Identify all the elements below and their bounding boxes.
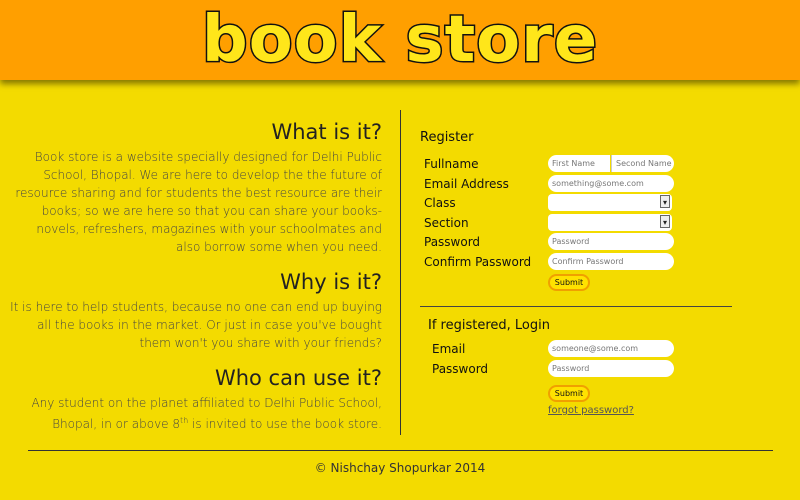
section-label: Section <box>424 215 469 230</box>
class-label: Class <box>424 196 456 210</box>
register-title: Register <box>420 130 474 145</box>
login-email-label: Email <box>432 342 466 356</box>
site-logo: book store <box>200 2 599 79</box>
login-submit-row: Submit <box>428 385 728 405</box>
first-name-input[interactable]: First Name <box>548 155 610 172</box>
what-heading: What is it? <box>271 120 382 144</box>
password-input[interactable]: Password <box>548 233 674 250</box>
about-section: What is it? Book store is a website spec… <box>10 120 382 447</box>
register-submit-row: Submit <box>420 274 720 294</box>
what-text: Book store is a website specially design… <box>15 150 382 254</box>
password-row: Password Password <box>420 233 720 253</box>
login-password-label: Password <box>432 361 489 376</box>
password-label: Password <box>424 235 481 249</box>
why-heading: Why is it? <box>280 270 382 294</box>
chevron-down-icon: ▾ <box>660 195 670 208</box>
register-form: Register Fullname First Name Second Name… <box>420 130 720 294</box>
email-input[interactable]: something@some.com <box>548 174 674 192</box>
email-label: Email Address <box>424 176 509 191</box>
login-submit-button[interactable]: Submit <box>548 385 590 402</box>
footer-divider <box>28 450 773 451</box>
who-text: Any student on the planet affiliated to … <box>10 394 382 433</box>
confirm-password-label: Confirm Password <box>424 254 532 269</box>
email-row: Email Address something@some.com <box>420 174 720 195</box>
fullname-row: Fullname First Name Second Name <box>420 155 720 175</box>
vertical-divider <box>400 110 401 435</box>
confirm-password-row: Confirm Password Confirm Password <box>420 252 720 273</box>
chevron-down-icon: ▾ <box>660 214 670 228</box>
confirm-password-input[interactable]: Confirm Password <box>548 252 674 270</box>
login-title: If registered, Login <box>428 318 550 333</box>
horizontal-divider <box>420 306 732 307</box>
class-select[interactable]: ▾ <box>548 194 672 211</box>
register-submit-button[interactable]: Submit <box>548 274 590 291</box>
who-text-end: is invited to use the book store. <box>188 417 382 431</box>
who-heading: Who can use it? <box>214 366 382 390</box>
class-row: Class ▾ <box>420 194 720 214</box>
login-password-input[interactable]: Password <box>548 359 674 377</box>
footer-copyright: © Nishchay Shopurkar 2014 <box>314 461 486 475</box>
login-password-row: Password Password <box>428 359 728 380</box>
site-header: book store <box>0 0 800 80</box>
second-name-input[interactable]: Second Name <box>611 155 674 172</box>
forgot-password-link[interactable]: forgot password? <box>548 405 634 416</box>
why-text: It is here to help students, because no … <box>10 300 382 350</box>
login-form: If registered, Login Email someone@some.… <box>428 318 728 405</box>
section-select[interactable]: ▾ <box>548 213 672 231</box>
section-row: Section ▾ <box>420 213 720 234</box>
login-email-input[interactable]: someone@some.com <box>548 340 674 357</box>
fullname-label: Fullname <box>424 157 479 171</box>
login-email-row: Email someone@some.com <box>428 340 728 360</box>
who-text-sup: th <box>180 416 189 425</box>
